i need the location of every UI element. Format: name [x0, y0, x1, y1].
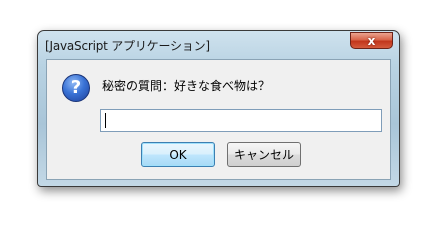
window-title: [JavaScript アプリケーション] [45, 39, 210, 53]
dialog-body: ? 秘密の質問：好きな食べ物は？ OK キャンセル [46, 59, 391, 180]
question-icon: ? [62, 74, 90, 102]
close-icon: x [367, 33, 376, 48]
page: [JavaScript アプリケーション] x ? 秘密の質問：好きな食べ物は？… [0, 0, 441, 227]
text-caret [105, 113, 106, 128]
question-glyph: ? [70, 77, 82, 98]
title-bar[interactable]: [JavaScript アプリケーション] x [38, 31, 399, 57]
prompt-dialog-window: [JavaScript アプリケーション] x ? 秘密の質問：好きな食べ物は？… [37, 30, 400, 187]
ok-button[interactable]: OK [141, 142, 215, 167]
prompt-input[interactable] [100, 109, 382, 132]
prompt-message: 秘密の質問：好きな食べ物は？ [102, 79, 271, 93]
cancel-button[interactable]: キャンセル [227, 142, 301, 167]
close-button[interactable]: x [350, 32, 393, 49]
